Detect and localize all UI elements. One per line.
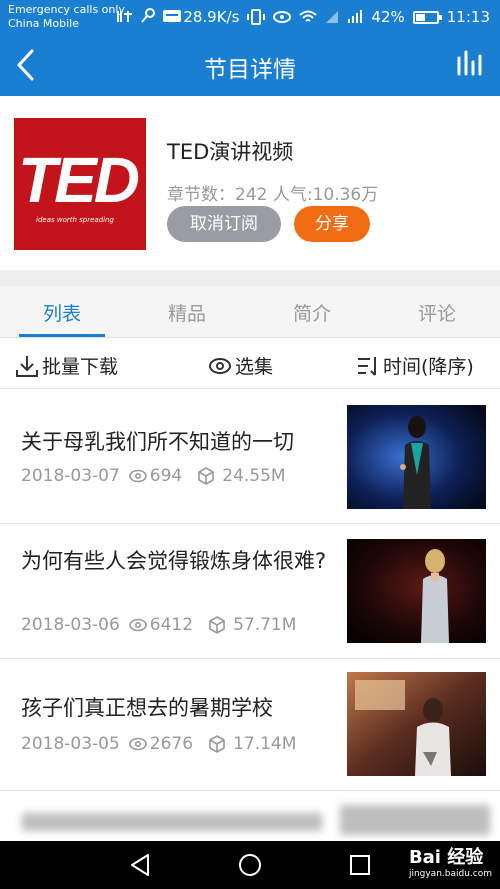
nav-recent-icon[interactable] [348,853,372,877]
key-icon [141,8,155,23]
sort-button[interactable]: 时间(降序) [356,352,474,379]
episode-thumbnail [347,672,486,776]
download-icon [16,355,38,377]
watermark-brand: Bai 经验 [408,847,484,868]
episode-title: 孩子们真正想去的暑期学校 [21,696,273,720]
status-right: 28.9K/s 42% 11:13 [183,8,490,26]
battery-percent: 42% [371,8,405,26]
net-speed: 28.9K/s [183,8,240,26]
program-header: TED ideas worth spreading TED演讲视频 章节数：24… [0,96,500,270]
eye-care-icon [273,11,292,23]
active-tab-indicator [19,334,105,337]
batch-download-button[interactable]: 批量下载 [15,352,118,379]
watermark-url: jingyan.baidu.com [408,869,492,879]
episode-meta: 2018-03-06 6412 57.71M [21,615,296,635]
partial-episode-item [0,791,500,841]
episode-item[interactable]: 关于母乳我们所不知道的一切 2018-03-07 694 24.55M [0,390,500,524]
vibrate-icon [247,9,266,25]
navigation-bar: 节目详情 [0,34,500,96]
clock: 11:13 [446,8,490,26]
tab-intro[interactable]: 简介 [267,299,357,326]
unsubscribe-button[interactable]: 取消订阅 [167,206,281,242]
file-size-cube-icon [209,735,225,753]
tab-comments[interactable]: 评论 [392,299,482,326]
episode-item[interactable]: 为何有些人会觉得锻炼身体很难? 2018-03-06 6412 57.71M [0,525,500,659]
episode-title: 关于母乳我们所不知道的一切 [21,430,294,454]
eye-icon [209,357,231,374]
episode-meta: 2018-03-05 2676 17.14M [21,734,296,754]
episode-date: 2018-03-06 [21,615,120,635]
carrier-line-2: China Mobile [8,17,80,30]
battery-icon [412,10,442,24]
tab-list[interactable]: 列表 [17,299,107,326]
views-eye-icon [128,737,147,751]
logo-text: TED [18,144,140,216]
views-eye-icon [128,618,147,632]
episode-size: 17.14M [233,734,297,754]
status-bar: Emergency calls only China Mobile 28.9K/… [0,0,500,34]
program-title: TED演讲视频 [167,140,294,164]
notification-icons [116,8,182,24]
select-label: 选集 [235,356,274,378]
episode-thumbnail [347,405,486,509]
blurred-content [22,813,322,831]
baidu-watermark: Bai 经验 jingyan.baidu.com [409,843,492,879]
system-nav-bar: Bai 经验 jingyan.baidu.com [0,841,500,889]
chart-stats-icon[interactable] [456,50,482,76]
tab-featured[interactable]: 精品 [142,299,232,326]
batch-download-label: 批量下载 [42,356,119,378]
episode-views: 6412 [149,615,194,635]
views-eye-icon [128,469,147,483]
episode-size: 57.71M [233,615,297,635]
wifi-icon [299,10,318,22]
episode-size: 24.55M [222,466,286,486]
signal-sim1-icon [326,11,339,23]
select-episodes-button[interactable]: 选集 [208,352,273,379]
battery-fill [415,13,425,21]
blurred-thumbnail [340,805,490,835]
file-size-cube-icon [209,616,225,634]
tab-bar: 列表 精品 简介 评论 [0,286,500,338]
episode-thumbnail [347,539,486,643]
logo-tagline: ideas worth spreading [36,216,114,224]
bank-app-icon [163,10,181,22]
ted-logo[interactable]: TED ideas worth spreading [14,118,146,250]
episode-date: 2018-03-05 [21,734,120,754]
share-button[interactable]: 分享 [294,206,370,242]
signal-sim2-icon [348,10,363,23]
nav-home-icon[interactable] [238,853,262,877]
file-size-cube-icon [198,467,215,485]
program-meta: 章节数：242 人气:10.36万 [167,185,379,205]
page-title: 节目详情 [204,57,296,83]
carrier-info: Emergency calls only China Mobile [8,3,125,31]
episode-date: 2018-03-07 [21,466,120,486]
list-toolbar: 批量下载 选集 时间(降序) [0,339,500,389]
episode-title: 为何有些人会觉得锻炼身体很难? [21,549,327,573]
listen-app-icon [117,11,132,22]
episode-views: 694 [149,466,183,486]
carrier-line-1: Emergency calls only [8,3,125,16]
episode-item[interactable]: 孩子们真正想去的暑期学校 2018-03-05 2676 17.14M [0,660,500,791]
sort-label: 时间(降序) [383,356,474,378]
nav-back-icon[interactable] [128,853,152,877]
episode-views: 2676 [149,734,194,754]
sort-descending-icon [358,356,376,376]
section-divider [0,270,500,286]
episode-meta: 2018-03-07 694 24.55M [21,466,286,486]
